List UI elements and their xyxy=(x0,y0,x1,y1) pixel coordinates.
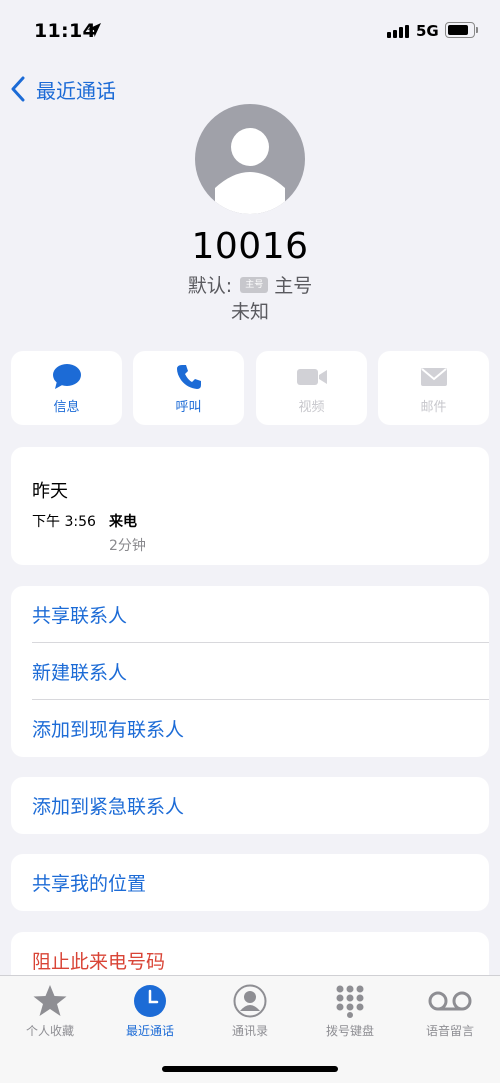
clock-icon xyxy=(134,985,166,1017)
location-label: 未知 xyxy=(230,301,269,323)
quick-actions: 信息 呼叫 视频 邮件 xyxy=(11,351,489,425)
block-caller-button[interactable]: 阻止此来电号码 xyxy=(11,932,489,975)
message-button[interactable]: 信息 xyxy=(11,351,122,425)
line-badge: 主号 xyxy=(240,276,269,293)
voicemail-icon xyxy=(428,991,472,1011)
person-circle-icon xyxy=(233,984,267,1018)
call-button[interactable]: 呼叫 xyxy=(133,351,244,425)
tab-label: 通讯录 xyxy=(231,1024,268,1038)
share-contact-button[interactable]: 共享联系人 xyxy=(11,586,489,643)
share-location-button[interactable]: 共享我的位置 xyxy=(11,854,489,911)
line-label: 主号 xyxy=(274,275,313,297)
call-day: 昨天 xyxy=(32,481,68,502)
call-time: 下午 3:56 xyxy=(32,514,96,530)
default-line-row: 默认: 主号 主号 xyxy=(0,271,500,298)
mail-button[interactable]: 邮件 xyxy=(378,351,489,425)
tab-label: 最近通话 xyxy=(125,1024,174,1038)
location-arrow-icon xyxy=(87,23,101,37)
back-button[interactable]: 最近通话 xyxy=(10,74,116,104)
tab-contacts[interactable]: 通讯录 xyxy=(200,976,300,1046)
person-placeholder-icon xyxy=(215,128,285,214)
default-label: 默认: xyxy=(187,275,233,297)
emergency-card: 添加到紧急联系人 xyxy=(11,777,489,834)
video-icon xyxy=(296,369,327,385)
video-button[interactable]: 视频 xyxy=(256,351,367,425)
keypad-icon xyxy=(336,985,364,1018)
add-emergency-contact-button[interactable]: 添加到紧急联系人 xyxy=(11,777,489,834)
call-label: 呼叫 xyxy=(175,400,202,415)
message-label: 信息 xyxy=(53,400,80,415)
tab-recents[interactable]: 最近通话 xyxy=(100,976,200,1046)
call-duration: 2分钟 xyxy=(109,538,146,554)
status-bar: 11:14 5G xyxy=(0,0,500,60)
tab-label: 拨号键盘 xyxy=(325,1024,374,1038)
tab-keypad[interactable]: 拨号键盘 xyxy=(300,976,400,1046)
recent-call-card: 昨天 下午 3:56 来电 2分钟 xyxy=(11,447,489,565)
tab-favorites[interactable]: 个人收藏 xyxy=(0,976,100,1046)
battery-icon xyxy=(445,22,478,38)
add-to-existing-contact-button[interactable]: 添加到现有联系人 xyxy=(11,700,489,757)
phone-number: 10016 xyxy=(191,226,309,267)
location-card: 共享我的位置 xyxy=(11,854,489,911)
create-contact-button[interactable]: 新建联系人 xyxy=(11,643,489,700)
tab-label: 语音留言 xyxy=(425,1024,474,1038)
back-label: 最近通话 xyxy=(36,78,116,103)
contact-options-card: 共享联系人 新建联系人 添加到现有联系人 xyxy=(11,586,489,757)
video-label: 视频 xyxy=(298,400,325,415)
mail-icon xyxy=(420,368,447,386)
tab-voicemail[interactable]: 语音留言 xyxy=(400,976,500,1046)
mail-label: 邮件 xyxy=(420,400,447,415)
star-icon xyxy=(33,985,67,1016)
phone-icon xyxy=(176,365,201,389)
home-indicator xyxy=(162,1066,338,1072)
tab-label: 个人收藏 xyxy=(25,1024,74,1038)
message-icon xyxy=(52,364,81,389)
chevron-left-icon xyxy=(11,76,25,102)
avatar xyxy=(195,104,305,214)
call-type: 来电 xyxy=(109,514,137,530)
network-type: 5G xyxy=(416,22,439,40)
block-card: 阻止此来电号码 xyxy=(11,932,489,975)
